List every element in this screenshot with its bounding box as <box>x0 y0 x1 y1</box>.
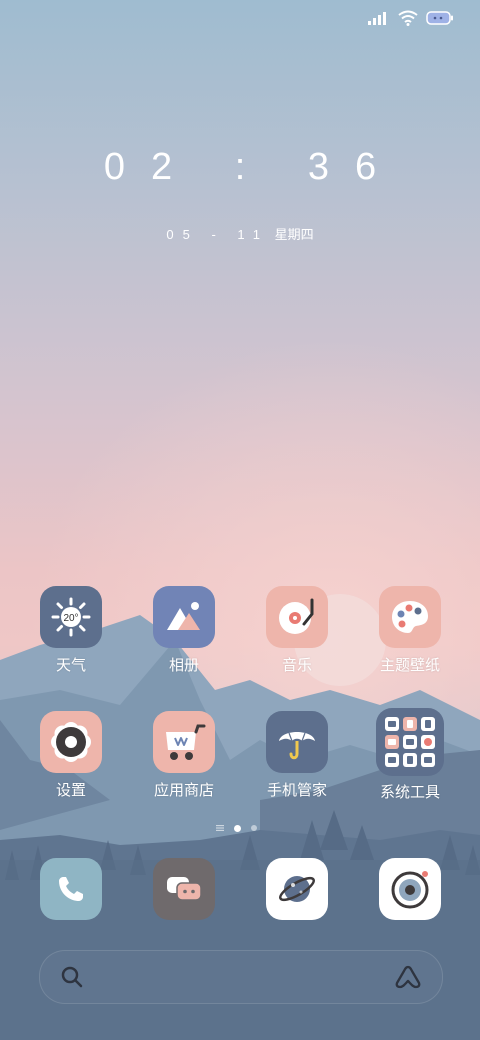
page-dot[interactable] <box>251 825 257 831</box>
weather-temp: 20° <box>63 613 78 624</box>
app-gallery[interactable]: 相册 <box>134 586 234 675</box>
clock-time[interactable]: 02 : 36 <box>0 146 480 189</box>
phone-icon <box>59 877 83 901</box>
folder-icon <box>376 708 444 776</box>
search-bar[interactable] <box>39 950 443 1004</box>
signal-icon <box>368 12 386 25</box>
app-folder-system-tools[interactable]: 系统工具 <box>360 708 460 802</box>
dock-browser[interactable] <box>266 858 328 920</box>
date-day: 05 - 11 <box>166 227 269 242</box>
assistant-icon[interactable] <box>394 964 422 990</box>
page-indicator[interactable] <box>216 824 257 832</box>
battery-icon <box>426 11 453 25</box>
dock-messages[interactable] <box>153 858 215 920</box>
weather-icon: 20° <box>40 586 102 648</box>
app-label: 系统工具 <box>379 783 440 801</box>
app-label: 天气 <box>55 656 86 674</box>
app-security[interactable]: 手机管家 <box>247 711 347 800</box>
themes-icon <box>379 586 441 648</box>
app-label: 音乐 <box>281 656 312 674</box>
gallery-icon <box>153 586 215 648</box>
app-themes[interactable]: 主题壁纸 <box>360 586 460 675</box>
app-weather[interactable]: 20° 天气 <box>21 586 121 675</box>
app-store[interactable]: 应用商店 <box>134 711 234 800</box>
menu-lines-icon <box>216 825 224 831</box>
wifi-icon <box>398 10 418 26</box>
music-icon <box>266 586 328 648</box>
app-label: 设置 <box>55 781 86 799</box>
app-music[interactable]: 音乐 <box>247 586 347 675</box>
date-display: 05 - 11 星期四 <box>0 224 480 243</box>
camera-icon <box>391 871 429 909</box>
browser-icon <box>279 876 315 902</box>
settings-icon <box>40 711 102 773</box>
app-label: 主题壁纸 <box>379 656 440 674</box>
app-label: 应用商店 <box>153 781 214 799</box>
page-dot-active[interactable] <box>234 824 241 832</box>
app-label: 手机管家 <box>266 781 327 799</box>
date-weekday: 星期四 <box>274 227 314 242</box>
app-label: 相册 <box>168 656 199 674</box>
app-settings[interactable]: 设置 <box>21 711 121 800</box>
app-store-icon <box>153 711 215 773</box>
messages-icon <box>167 877 202 901</box>
search-icon <box>61 966 83 988</box>
security-icon <box>266 711 328 773</box>
status-bar <box>368 10 454 26</box>
dock-phone[interactable] <box>40 858 102 920</box>
dock-camera[interactable] <box>379 858 441 920</box>
